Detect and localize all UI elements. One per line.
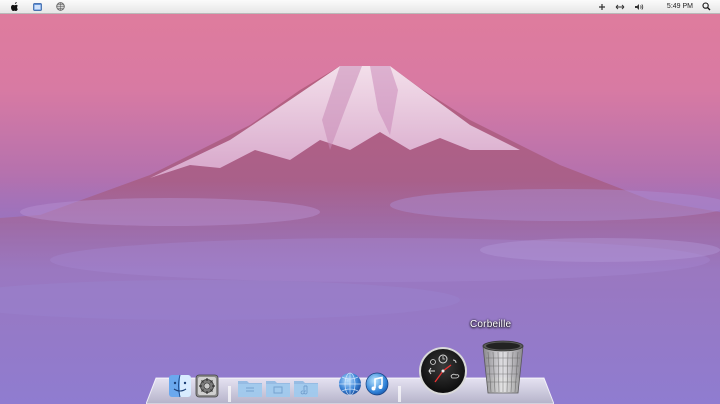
menu-bar: 5:49 PM	[0, 0, 720, 14]
add-icon[interactable]	[598, 0, 606, 13]
folder-icon[interactable]	[237, 376, 263, 398]
wallpaper	[0, 0, 720, 404]
volume-icon[interactable]	[634, 0, 644, 13]
menu-clock[interactable]: 5:49 PM	[653, 0, 693, 13]
finder-icon[interactable]	[168, 374, 192, 398]
finder-window-icon[interactable]	[33, 0, 42, 13]
folder-icon[interactable]	[265, 376, 291, 398]
dock-separator	[398, 386, 401, 402]
dock-separator	[228, 386, 231, 402]
safari-globe-icon[interactable]	[338, 372, 362, 396]
desktop: 5:49 PM Corbeille	[0, 0, 720, 404]
spotlight-search-icon[interactable]	[702, 0, 711, 13]
itunes-icon[interactable]	[365, 372, 389, 396]
trash-label: Corbeille	[470, 319, 512, 330]
folder-icon[interactable]	[293, 376, 319, 398]
dashboard-icon[interactable]	[418, 346, 468, 396]
sync-arrows-icon[interactable]	[615, 0, 625, 13]
network-globe-icon[interactable]	[56, 0, 65, 13]
apple-icon[interactable]	[10, 0, 19, 13]
system-preferences-icon[interactable]	[195, 374, 219, 398]
trash-icon[interactable]	[480, 338, 526, 396]
